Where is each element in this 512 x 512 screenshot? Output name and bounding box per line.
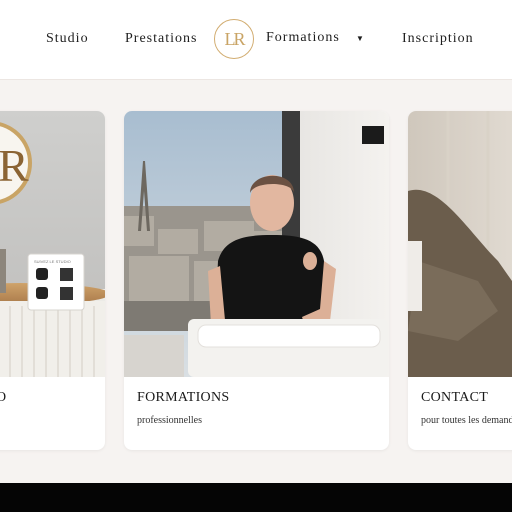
card-studio-photo: R SUIVEZ LE STUDIO <box>0 111 105 377</box>
card-contact-photo <box>408 111 512 377</box>
card-formations-photo <box>124 111 389 377</box>
logo-monogram: LR <box>224 28 245 49</box>
nav-formations-link[interactable]: Formations <box>266 30 340 46</box>
card-studio[interactable]: R SUIVEZ LE STUDIO O <box>0 111 105 450</box>
card-contact-title: CONTACT <box>421 390 489 405</box>
photo-sign-letter: R <box>0 140 29 191</box>
brand-logo[interactable]: LR <box>214 19 254 59</box>
page: Studio Prestations LR Formations ▼ Inscr… <box>0 0 512 512</box>
card-formations-subtitle: professionnelles <box>137 415 202 426</box>
card-studio-title: O <box>0 390 7 405</box>
chevron-down-icon[interactable]: ▼ <box>356 34 364 43</box>
nav-prestations-link[interactable]: Prestations <box>125 31 197 47</box>
top-navigation: Studio Prestations LR Formations ▼ Inscr… <box>0 0 512 80</box>
card-formations-title: FORMATIONS <box>137 390 230 405</box>
photo-qr-sign-text: SUIVEZ LE STUDIO <box>34 259 71 264</box>
card-formations[interactable]: FORMATIONS professionnelles <box>124 111 389 450</box>
bottom-bar <box>0 483 512 512</box>
card-contact[interactable]: CONTACT pour toutes les demandes <box>408 111 512 450</box>
card-contact-subtitle: pour toutes les demandes <box>421 415 512 426</box>
nav-inscription-link[interactable]: Inscription <box>402 31 474 47</box>
nav-studio-link[interactable]: Studio <box>46 31 89 47</box>
